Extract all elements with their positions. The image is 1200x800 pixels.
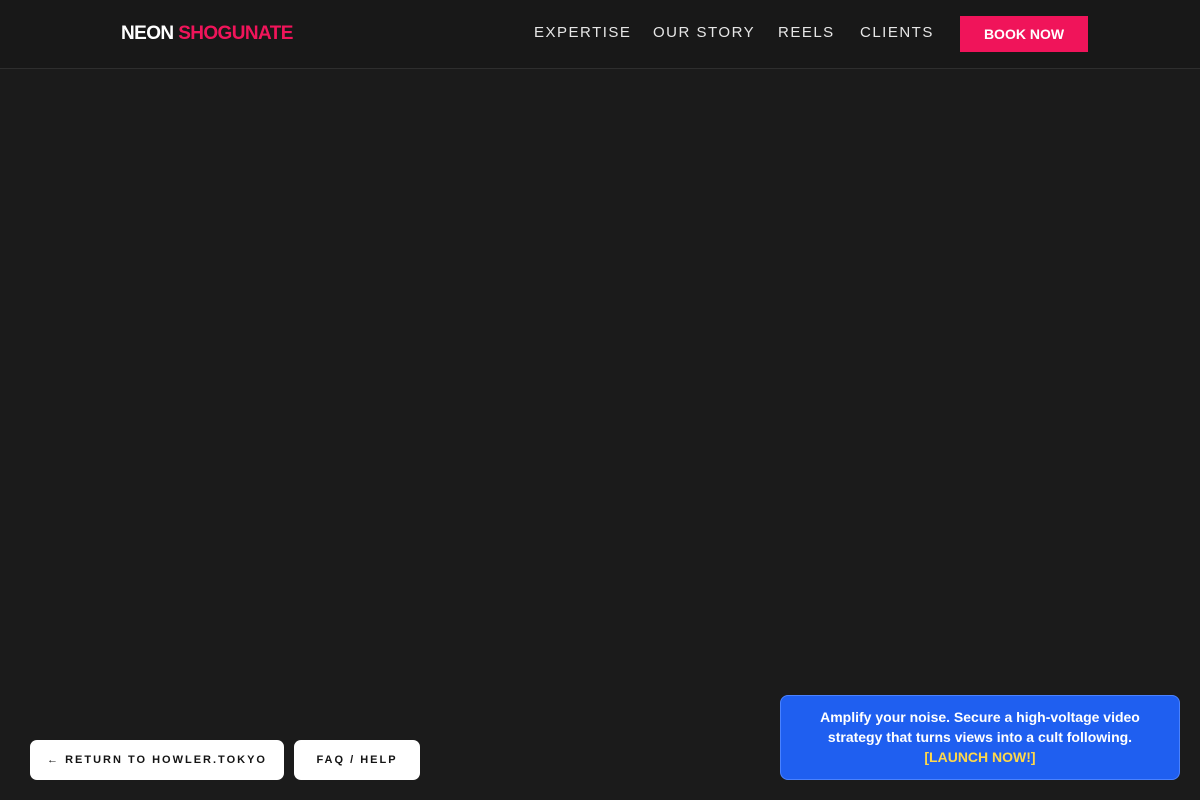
launch-now-link[interactable]: [LAUNCH NOW!] xyxy=(811,747,1149,767)
page: NEON SHOGUNATE EXPERTISE OUR STORY REELS… xyxy=(0,0,1200,800)
promo-banner: Amplify your noise. Secure a high-voltag… xyxy=(780,695,1180,780)
logo-word-neon: NEON xyxy=(121,23,174,44)
nav-link-our-story[interactable]: OUR STORY xyxy=(653,24,755,42)
book-now-button[interactable]: BOOK NOW xyxy=(960,16,1088,52)
return-to-howler-button[interactable]: ← RETURN TO HOWLER.TOKYO xyxy=(30,740,284,780)
top-navbar: NEON SHOGUNATE EXPERTISE OUR STORY REELS… xyxy=(0,0,1200,69)
promo-message: Amplify your noise. Secure a high-voltag… xyxy=(820,709,1140,745)
faq-help-button[interactable]: FAQ / HELP xyxy=(294,740,420,780)
brand-logo[interactable]: NEON SHOGUNATE xyxy=(121,23,293,45)
logo-word-shogunate: SHOGUNATE xyxy=(178,23,293,44)
nav-link-reels[interactable]: REELS xyxy=(778,24,835,42)
nav-link-expertise[interactable]: EXPERTISE xyxy=(534,24,631,42)
nav-link-clients[interactable]: CLIENTS xyxy=(860,24,934,42)
